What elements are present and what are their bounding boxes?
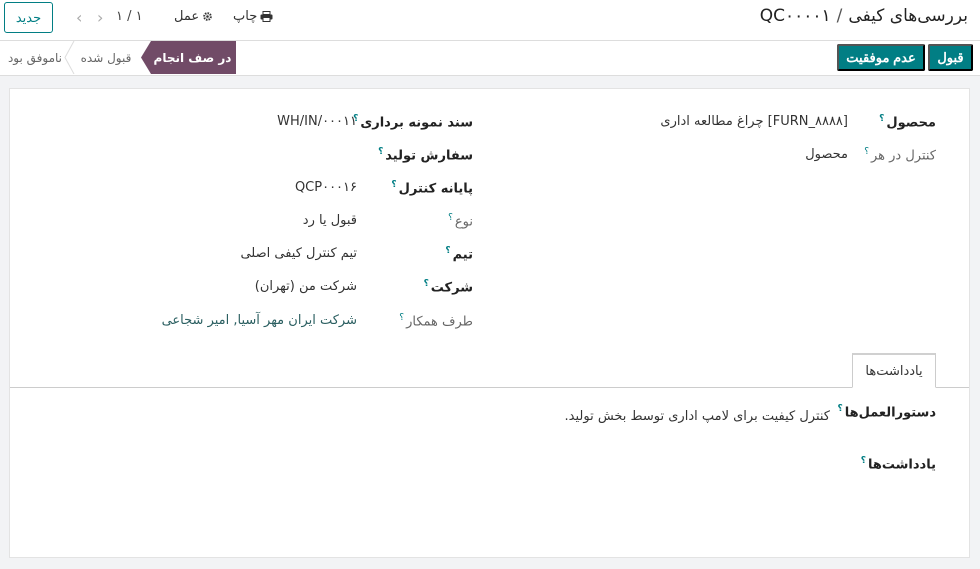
printer-icon xyxy=(260,9,273,24)
tab-notes[interactable]: یادداشت‌ها xyxy=(852,353,936,388)
type-value[interactable]: قبول یا رد xyxy=(303,213,357,228)
help-icon[interactable]: ؟ xyxy=(391,180,396,190)
help-icon[interactable]: ؟ xyxy=(399,313,404,323)
notes-label: یادداشت‌ها؟ xyxy=(860,456,936,473)
pager-previous-icon[interactable]: › xyxy=(97,8,103,27)
stage-failed[interactable]: ناموفق بود xyxy=(0,41,70,74)
control-point-value[interactable]: QCP۰۰۰۱۶ xyxy=(295,180,357,195)
gear-icon xyxy=(202,9,213,24)
action-label: عمل xyxy=(174,9,200,24)
partner-value[interactable]: شرکت ایران مهر آسیا, امیر شجاعی xyxy=(162,313,357,328)
fail-button[interactable]: عدم موفقیت xyxy=(837,44,925,71)
action-menu-button[interactable]: عمل xyxy=(174,9,213,24)
print-menu-button[interactable]: چاپ xyxy=(233,9,273,24)
help-icon[interactable]: ؟ xyxy=(861,456,866,466)
product-label: محصول؟ xyxy=(879,114,936,131)
notebook-divider xyxy=(10,387,969,388)
product-value[interactable]: [FURN_۸۸۸۸] چراغ مطالعه اداری xyxy=(660,114,848,129)
help-icon[interactable]: ؟ xyxy=(378,147,383,157)
control-point-label: پایانه کنترل؟ xyxy=(391,180,473,197)
help-icon[interactable]: ؟ xyxy=(448,213,453,223)
breadcrumb-separator: / xyxy=(836,6,843,26)
production-order-label: سفارش تولید؟ xyxy=(378,147,473,164)
partner-label: طرف همکار؟ xyxy=(399,313,473,330)
pager-value[interactable]: ۱ / ۱ xyxy=(116,9,143,24)
help-icon[interactable]: ؟ xyxy=(424,279,429,289)
pager-next-icon[interactable]: ‹ xyxy=(76,8,82,27)
instructions-label: دستورالعمل‌ها؟ xyxy=(837,404,936,421)
company-value[interactable]: شرکت من (تهران) xyxy=(255,279,357,294)
control-per-label: کنترل در هر؟ xyxy=(864,147,936,164)
team-label: تیم؟ xyxy=(445,246,473,263)
help-icon[interactable]: ؟ xyxy=(879,114,884,124)
pass-button[interactable]: قبول xyxy=(928,44,973,71)
breadcrumb-parent[interactable]: بررسی‌های کیفی xyxy=(848,6,968,26)
help-icon[interactable]: ؟ xyxy=(864,147,869,157)
print-label: چاپ xyxy=(233,9,258,24)
breadcrumb-current: QC۰۰۰۰۱ xyxy=(759,6,831,26)
type-label: نوع؟ xyxy=(448,213,473,230)
stage-passed[interactable]: قبول شده xyxy=(64,41,148,74)
team-value[interactable]: تیم کنترل کیفی اصلی xyxy=(240,246,357,261)
source-document-label: سند نمونه برداری؟ xyxy=(353,114,473,131)
control-per-value[interactable]: محصول xyxy=(805,147,848,162)
instructions-value[interactable]: کنترل کیفیت برای لامپ اداری توسط بخش تول… xyxy=(565,409,830,424)
source-document-value[interactable]: WH/IN/۰۰۰۱۱ xyxy=(277,114,357,129)
company-label: شرکت؟ xyxy=(423,279,473,296)
help-icon[interactable]: ؟ xyxy=(837,404,842,414)
breadcrumb: بررسی‌های کیفی/QC۰۰۰۰۱ xyxy=(760,6,968,26)
help-icon[interactable]: ؟ xyxy=(445,246,450,256)
stage-todo[interactable]: در صف انجام xyxy=(141,41,236,74)
new-button[interactable]: جدید xyxy=(4,2,53,33)
